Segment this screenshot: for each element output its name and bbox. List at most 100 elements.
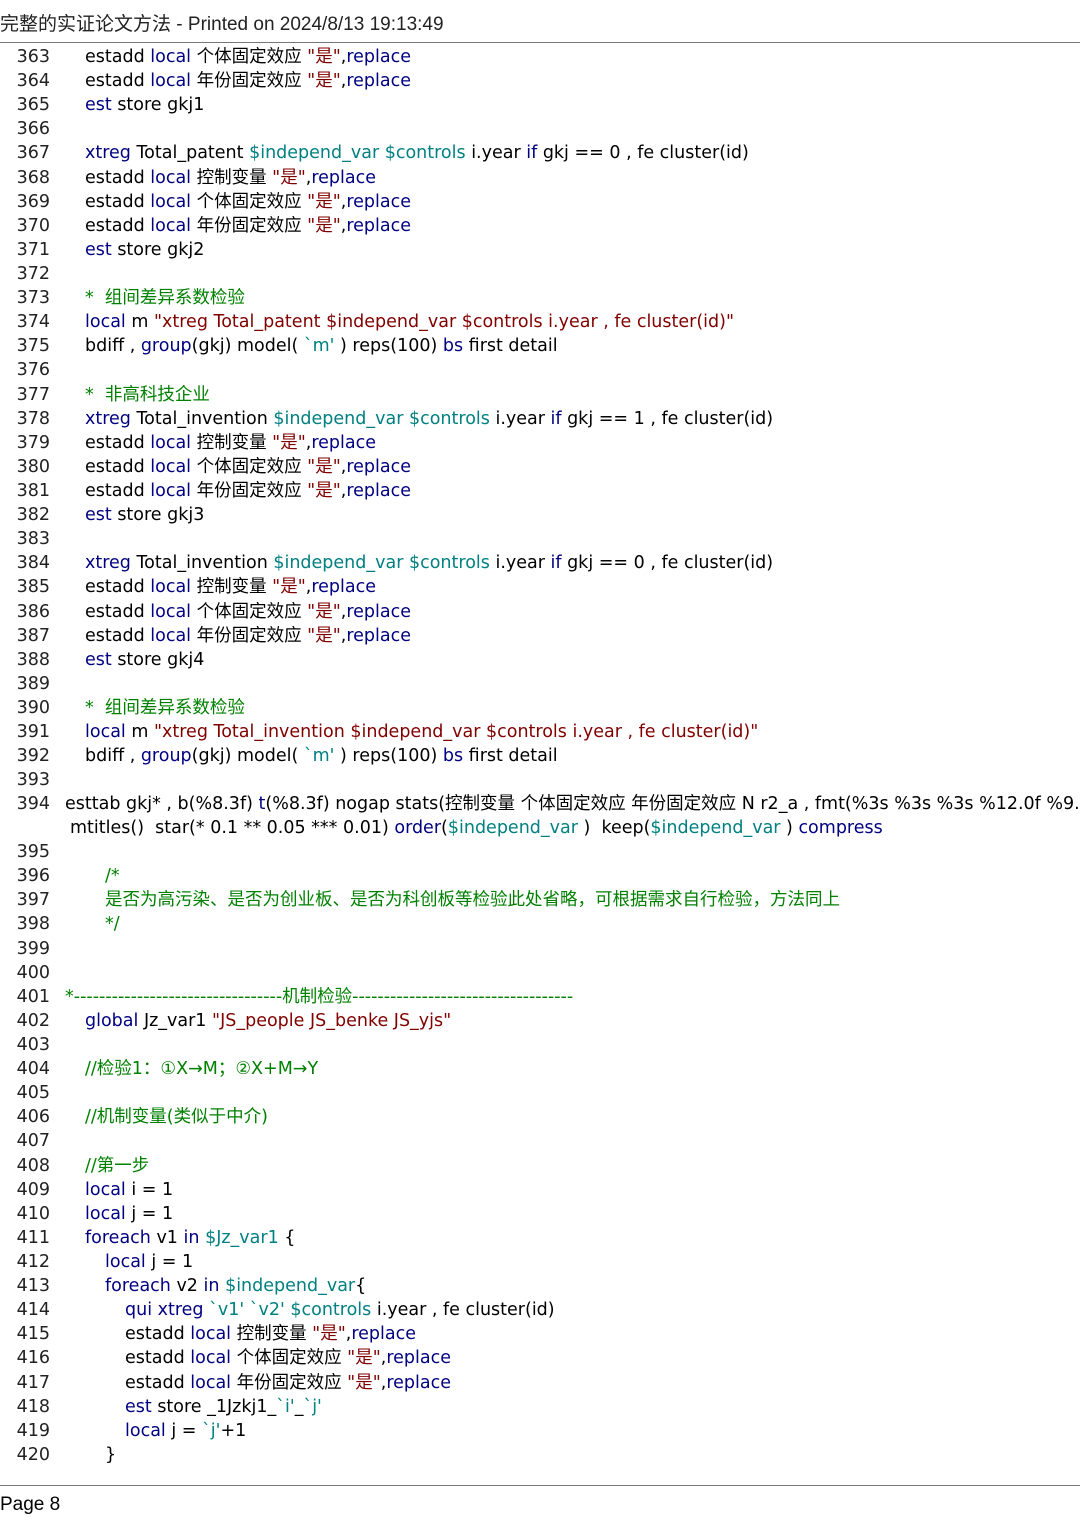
- line-number: 376: [16, 360, 50, 381]
- code-keyword: replace: [346, 191, 412, 212]
- code-text: estadd local 控制变量 "是",replace: [125, 1322, 416, 1346]
- code-line: 368 estadd local 控制变量 "是",replace: [0, 166, 1080, 190]
- code-keyword: local: [150, 71, 192, 92]
- code-line: 398 */: [0, 912, 1080, 936]
- code-keyword: in: [203, 1276, 220, 1297]
- code-macro: `j': [303, 1396, 322, 1417]
- code-keyword: local: [150, 577, 192, 598]
- code-keyword: local: [125, 1420, 166, 1441]
- code-text: mtitles() star(* 0.1 ** 0.05 *** 0.01) o…: [70, 816, 883, 840]
- code-line: 375 bdiff , group(gkj) model( `m' ) reps(…: [0, 334, 1080, 358]
- code-keyword: xtreg: [85, 408, 131, 429]
- line-number: 414: [16, 1300, 50, 1321]
- code-keyword: foreach: [105, 1276, 171, 1297]
- code-keyword: est: [125, 1396, 152, 1417]
- code-token: i.year , fe cluster(id): [371, 1300, 555, 1321]
- code-line: 403: [0, 1033, 1080, 1057]
- code-keyword: replace: [386, 1348, 452, 1369]
- code-string: "JS_people JS_benke JS_yjs": [212, 1010, 452, 1031]
- code-keyword: global: [85, 1010, 139, 1031]
- code-line: 418 est store _1Jzkj1_`i'_`j': [0, 1395, 1080, 1419]
- code-text: local m "xtreg Total_invention $independ…: [85, 720, 758, 744]
- code-text: */: [105, 912, 120, 936]
- code-keyword: if: [526, 143, 538, 164]
- line-number: 383: [16, 529, 50, 550]
- code-keyword: replace: [346, 215, 412, 236]
- code-token: ) keep(: [577, 818, 651, 838]
- code-token: 控制变量: [191, 432, 273, 453]
- line-number: 404: [16, 1059, 50, 1080]
- code-keyword: local: [85, 722, 126, 743]
- code-token: 年份固定效应: [191, 625, 308, 646]
- code-line: 391 local m "xtreg Total_invention $indep…: [0, 720, 1080, 744]
- code-line: 410 local j = 1: [0, 1202, 1080, 1226]
- line-number: 408: [16, 1155, 50, 1176]
- code-line: 383: [0, 527, 1080, 551]
- code-keyword: replace: [311, 167, 377, 188]
- code-keyword: order: [394, 818, 442, 838]
- line-number: 365: [16, 95, 50, 116]
- code-text: //机制变量(类似于中介): [85, 1105, 268, 1129]
- line-number: 407: [16, 1131, 50, 1152]
- code-string: "xtreg Total_patent $independ_var $contr…: [153, 312, 735, 333]
- code-token: v2: [170, 1276, 204, 1297]
- code-comment: * 非高科技企业: [85, 384, 210, 405]
- code-line: 370 estadd local 年份固定效应 "是",replace: [0, 214, 1080, 238]
- code-token: first detail: [463, 746, 558, 767]
- code-keyword: foreach: [85, 1227, 151, 1248]
- line-number: 389: [16, 673, 50, 694]
- code-keyword: local: [85, 312, 126, 333]
- code-keyword: replace: [346, 456, 412, 477]
- line-number: 409: [16, 1179, 50, 1200]
- code-keyword: replace: [351, 1324, 417, 1345]
- code-token: gkj == 0 , fe cluster(id): [561, 553, 774, 574]
- code-line: 393: [0, 768, 1080, 792]
- code-token: Jz_var1: [138, 1010, 213, 1031]
- code-macro: `v1' `v2' $controls: [209, 1300, 372, 1321]
- code-line: 388 est store gkj4: [0, 648, 1080, 672]
- code-text: //检验1：①X→M；②X+M→Y: [85, 1057, 318, 1081]
- code-keyword: replace: [386, 1372, 452, 1393]
- code-line: 419 local j = `j'+1: [0, 1419, 1080, 1443]
- code-token: Total_invention: [130, 408, 274, 429]
- code-token: estadd: [85, 215, 151, 236]
- code-token: estadd: [85, 601, 151, 622]
- line-number: 381: [16, 480, 50, 501]
- code-line: 401 *---------------------------------机制检…: [0, 985, 1080, 1009]
- code-text: local m "xtreg Total_patent $independ_va…: [85, 310, 734, 334]
- code-token: estadd: [85, 71, 151, 92]
- line-number: 364: [16, 71, 50, 92]
- code-text: est store gkj2: [85, 238, 204, 262]
- line-number: 368: [16, 167, 50, 188]
- code-token: m: [125, 312, 154, 333]
- code-token: v1: [150, 1227, 184, 1248]
- code-line: 408 //第一步: [0, 1154, 1080, 1178]
- code-line: 396 /*: [0, 864, 1080, 888]
- code-line: 380 estadd local 个体固定效应 "是",replace: [0, 455, 1080, 479]
- code-line: 414 qui xtreg `v1' `v2' $controls i.year …: [0, 1298, 1080, 1322]
- code-token: estadd: [85, 577, 151, 598]
- code-line: 409 local i = 1: [0, 1178, 1080, 1202]
- code-keyword: est: [85, 239, 112, 260]
- code-token: estadd: [125, 1348, 191, 1369]
- code-text: bdiff , group(gkj) model( `m' ) reps(100…: [85, 334, 558, 358]
- code-token: {: [278, 1227, 296, 1248]
- line-number: 373: [16, 288, 50, 309]
- code-text: //第一步: [85, 1154, 149, 1178]
- code-text: xtreg Total_invention $independ_var $con…: [85, 551, 773, 575]
- code-macro: $independ_var: [447, 818, 578, 838]
- code-text: * 组间差异系数检验: [85, 696, 245, 720]
- code-keyword: bs: [442, 746, 464, 767]
- code-keyword: local: [150, 191, 192, 212]
- code-token: estadd: [85, 191, 151, 212]
- code-text: 是否为高污染、是否为创业板、是否为科创板等检验此处省略，可根据需求自行检验，方法…: [105, 888, 840, 912]
- code-token: Total_invention: [130, 553, 274, 574]
- code-string: "是": [307, 215, 341, 236]
- code-keyword: xtreg: [85, 553, 131, 574]
- code-token: 控制变量: [191, 577, 273, 598]
- line-number: 369: [16, 191, 50, 212]
- code-keyword: local: [150, 167, 192, 188]
- line-number: 378: [16, 408, 50, 429]
- code-string: "是": [307, 191, 341, 212]
- code-token: esttab gkj* , b(%8.3f): [65, 794, 259, 815]
